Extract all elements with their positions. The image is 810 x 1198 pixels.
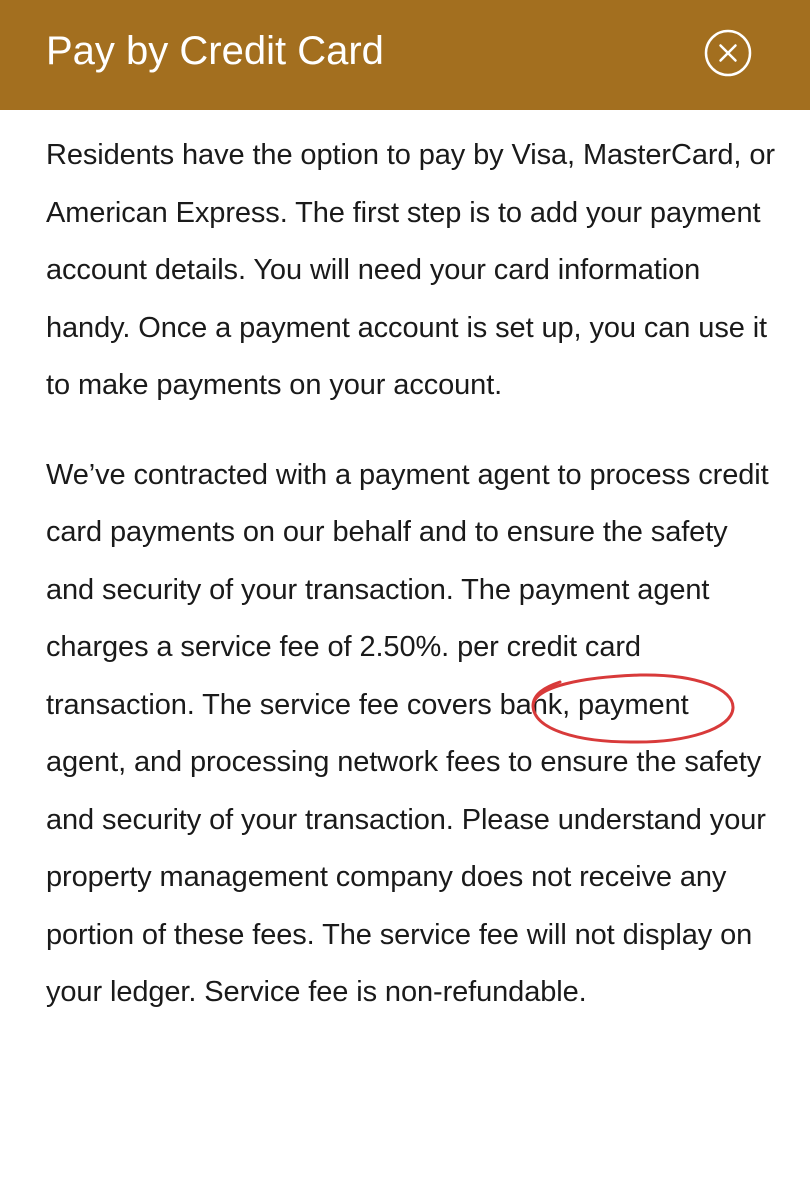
service-fee-paragraph: We’ve contracted with a payment agent to… bbox=[46, 458, 769, 1009]
close-button[interactable] bbox=[704, 29, 752, 77]
payment-options-paragraph: Residents have the option to pay by Visa… bbox=[46, 139, 775, 401]
dialog-title: Pay by Credit Card bbox=[46, 29, 384, 73]
close-circle-icon bbox=[704, 29, 752, 77]
credit-card-dialog: Pay by Credit Card Residents have the op… bbox=[0, 0, 810, 1198]
dialog-header: Pay by Credit Card bbox=[0, 0, 810, 110]
dialog-content: Residents have the option to pay by Visa… bbox=[46, 127, 776, 1022]
